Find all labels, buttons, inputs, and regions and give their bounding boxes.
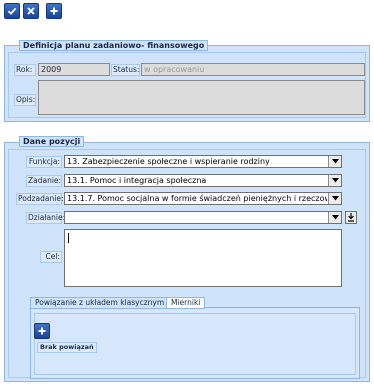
tab-mierniki[interactable]: Mierniki [166,297,206,309]
cel-textarea[interactable] [64,229,342,287]
plan-legend: Definicja planu zadaniowo- finansowego [19,40,209,51]
text-cursor [68,233,69,243]
funkcja-select[interactable]: 13. Zabezpieczenie społeczne i wspierani… [64,155,342,168]
status-field[interactable]: w opracowaniu [141,63,365,76]
download-icon [348,213,354,222]
position-legend: Dane pozycji [19,136,85,147]
zadanie-select[interactable]: 13.1. Pomoc i integracja społeczna [64,174,342,187]
check-icon [7,7,17,15]
dzialanie-select[interactable] [64,211,342,224]
chevron-down-icon[interactable] [328,193,341,204]
podzadanie-value: 13.1.7. Pomoc socjalna w formie świadcze… [67,194,327,203]
rok-label: Rok: [14,64,36,76]
confirm-button[interactable] [4,3,20,19]
funkcja-label: Funkcja: [26,156,62,168]
cancel-button[interactable] [23,3,39,19]
tab-powiazanie[interactable]: Powiązanie z układem klasycznym [30,297,170,309]
dzialanie-label: Działanie: [26,212,66,224]
plus-icon [50,7,58,15]
chevron-down-icon[interactable] [328,212,341,223]
podzadanie-label: Podzadanie: [16,193,64,205]
status-label: Status: [111,64,140,76]
add-button[interactable] [46,3,62,19]
opis-label: Opis: [14,94,36,106]
zadanie-label: Zadanie: [26,175,62,187]
opis-textarea[interactable] [38,80,365,115]
download-button[interactable] [345,211,357,224]
cel-label: Cel: [40,251,62,263]
podzadanie-select[interactable]: 13.1.7. Pomoc socjalna w formie świadcze… [64,192,342,205]
rok-field[interactable]: 2009 [38,63,110,76]
chevron-down-icon[interactable] [328,156,341,167]
empty-links-label: Brak powiązań [37,342,97,353]
zadanie-value: 13.1. Pomoc i integracja społeczna [67,176,207,185]
chevron-down-icon[interactable] [328,175,341,186]
funkcja-value: 13. Zabezpieczenie społeczne i wspierani… [67,157,270,166]
close-icon [27,7,35,15]
plus-icon [38,327,46,335]
add-link-button[interactable] [34,323,50,339]
